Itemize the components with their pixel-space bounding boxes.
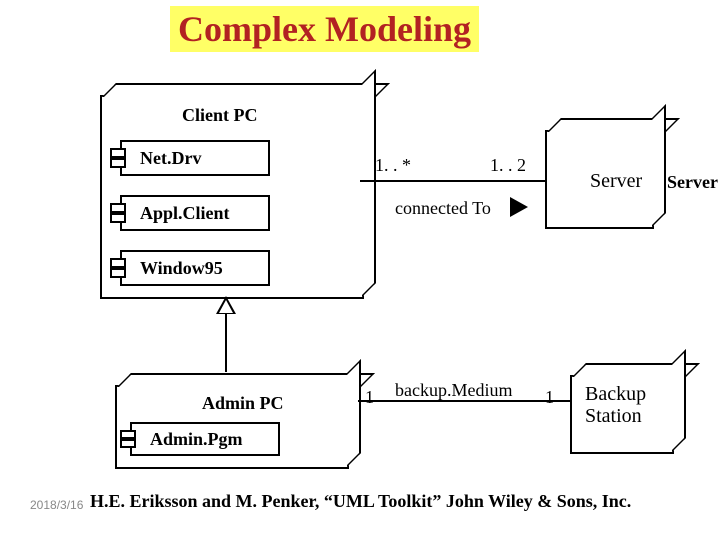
label-server: Server bbox=[667, 172, 718, 193]
page-title: Complex Modeling bbox=[170, 6, 479, 52]
assoc-connected-to-label: connected To bbox=[395, 198, 491, 219]
component-admin-pgm: Admin.Pgm bbox=[130, 422, 280, 456]
mult-connected-right: 1. . 2 bbox=[490, 155, 526, 176]
component-window95: Window95 bbox=[120, 250, 270, 286]
mult-backup-right: 1 bbox=[545, 387, 554, 408]
component-admin-pgm-label: Admin.Pgm bbox=[150, 429, 243, 450]
label-client-pc: Client PC bbox=[182, 105, 258, 126]
gen-head bbox=[216, 296, 236, 314]
footer-date: 2018/3/16 bbox=[30, 498, 83, 512]
mult-connected-left: 1. . * bbox=[375, 155, 411, 176]
component-appl-client-label: Appl.Client bbox=[140, 203, 230, 224]
assoc-connected-to-line bbox=[360, 180, 545, 182]
label-backup-station: BackupStation bbox=[585, 383, 646, 427]
server-label-text: Server bbox=[590, 170, 642, 193]
component-appl-client: Appl.Client bbox=[120, 195, 270, 231]
label-admin-pc: Admin PC bbox=[202, 393, 284, 414]
arrow-connected-to bbox=[510, 197, 528, 217]
component-net-drv: Net.Drv bbox=[120, 140, 270, 176]
mult-backup-left: 1 bbox=[365, 387, 374, 408]
footer-citation: H.E. Eriksson and M. Penker, “UML Toolki… bbox=[90, 491, 631, 512]
component-net-drv-label: Net.Drv bbox=[140, 148, 201, 169]
assoc-backup-label: backup.Medium bbox=[395, 380, 512, 401]
gen-line bbox=[225, 312, 227, 372]
component-window95-label: Window95 bbox=[140, 258, 223, 279]
